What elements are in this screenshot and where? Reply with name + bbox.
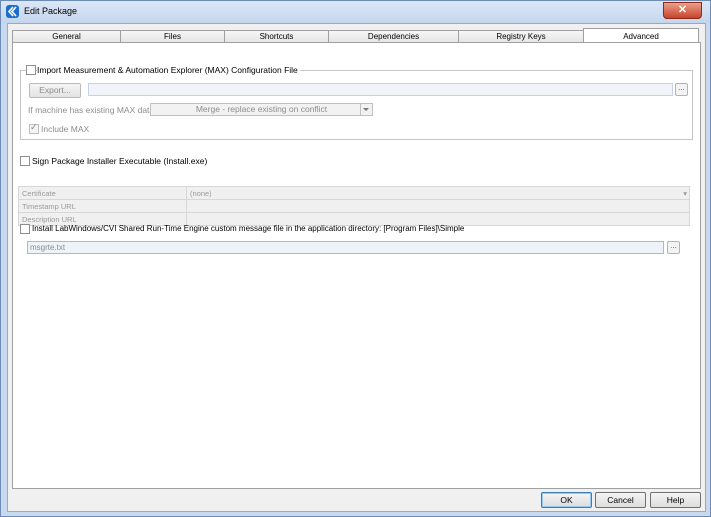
cvi-browse-button[interactable]: ... xyxy=(667,241,680,254)
import-max-checkbox[interactable] xyxy=(26,65,36,75)
existing-max-label: If machine has existing MAX data: xyxy=(28,105,157,115)
include-max-label: Include MAX xyxy=(41,124,90,134)
import-max-label: Import Measurement & Automation Explorer… xyxy=(37,65,300,75)
cancel-button[interactable]: Cancel xyxy=(595,492,646,508)
table-row[interactable]: Timestamp URL xyxy=(18,199,690,213)
certificate-value[interactable]: (none) ▾ xyxy=(186,186,690,200)
install-cvi-message-checkbox[interactable] xyxy=(20,224,30,234)
existing-max-select-value: Merge - replace existing on conflict xyxy=(195,104,328,114)
dialog-body: General Files Shortcuts Dependencies Reg… xyxy=(7,23,706,512)
signing-properties-grid: Certificate (none) ▾ Timestamp URL Descri… xyxy=(18,186,690,226)
include-max-checkbox[interactable] xyxy=(29,122,39,134)
advanced-tab-page: Export... ... If machine has existing MA… xyxy=(12,42,701,489)
table-row[interactable]: Certificate (none) ▾ xyxy=(18,186,690,200)
max-config-group: Export... ... If machine has existing MA… xyxy=(20,70,693,140)
app-icon xyxy=(6,5,19,18)
close-button[interactable]: ✕ xyxy=(663,2,702,19)
export-button[interactable]: Export... xyxy=(29,83,81,98)
ok-button[interactable]: OK xyxy=(541,492,592,508)
title-bar[interactable]: Edit Package ✕ xyxy=(1,1,710,23)
cvi-message-file-field[interactable]: msgrte.txt xyxy=(27,241,664,254)
chevron-down-icon: ▾ xyxy=(683,188,687,198)
grid-label-timestamp-url: Timestamp URL xyxy=(18,199,187,213)
timestamp-url-value[interactable] xyxy=(186,199,690,213)
window-title: Edit Package xyxy=(24,6,78,16)
sign-installer-label: Sign Package Installer Executable (Insta… xyxy=(32,156,208,166)
tab-strip: General Files Shortcuts Dependencies Reg… xyxy=(12,28,701,44)
max-browse-button[interactable]: ... xyxy=(675,83,688,96)
help-button[interactable]: Help xyxy=(650,492,701,508)
grid-label-certificate: Certificate xyxy=(18,186,187,200)
install-cvi-message-label: Install LabWindows/CVI Shared Run-Time E… xyxy=(32,224,465,233)
max-config-path-field[interactable] xyxy=(88,83,673,96)
chevron-down-icon xyxy=(360,104,372,115)
existing-max-select[interactable]: Merge - replace existing on conflict xyxy=(150,103,373,116)
edit-package-window: Edit Package ✕ General Files Shortcuts D… xyxy=(0,0,711,517)
sign-installer-checkbox[interactable] xyxy=(20,156,30,166)
